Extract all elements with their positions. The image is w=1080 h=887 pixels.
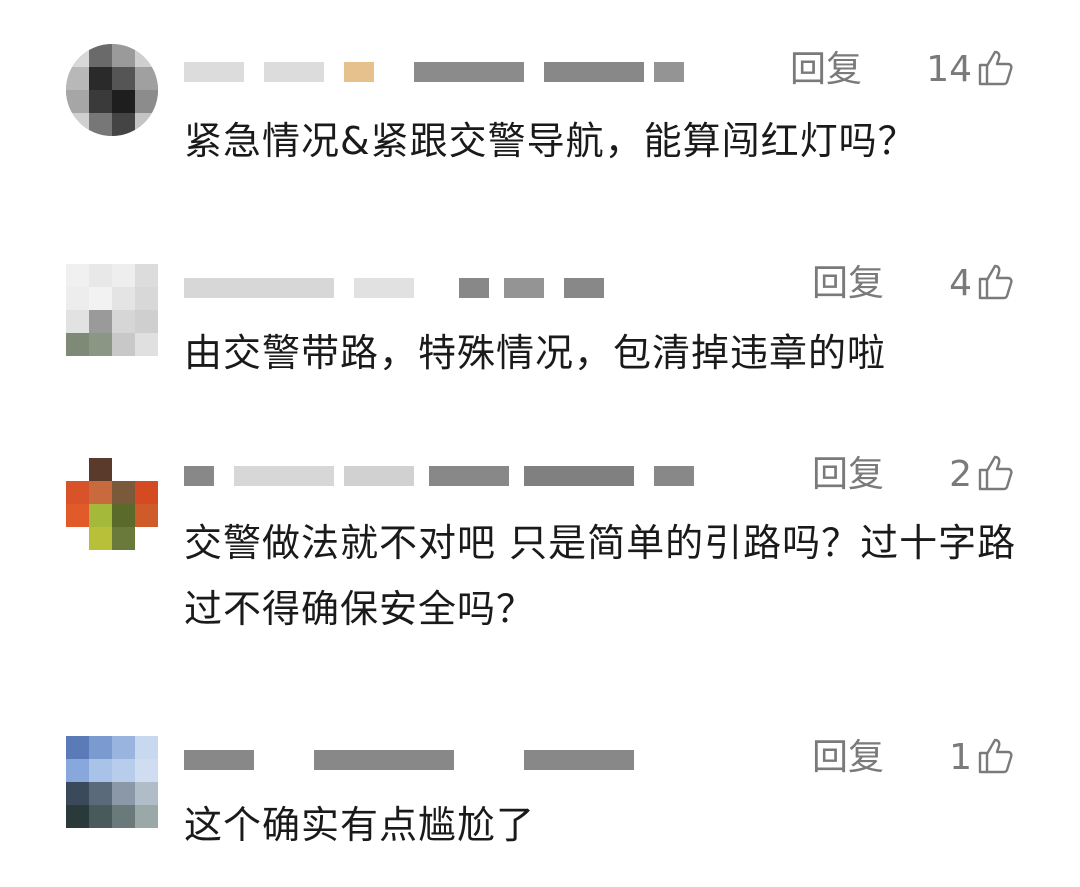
comment-item: 回复 1 这个确实有点尴尬了 — [0, 0, 1080, 887]
username-blurred[interactable] — [184, 740, 644, 780]
comment-text: 这个确实有点尴尬了 — [184, 803, 536, 847]
reply-button[interactable]: 回复 — [812, 738, 884, 778]
thumbs-up-icon[interactable] — [976, 736, 1016, 776]
like-count: 1 — [949, 737, 972, 778]
avatar[interactable] — [66, 736, 158, 828]
